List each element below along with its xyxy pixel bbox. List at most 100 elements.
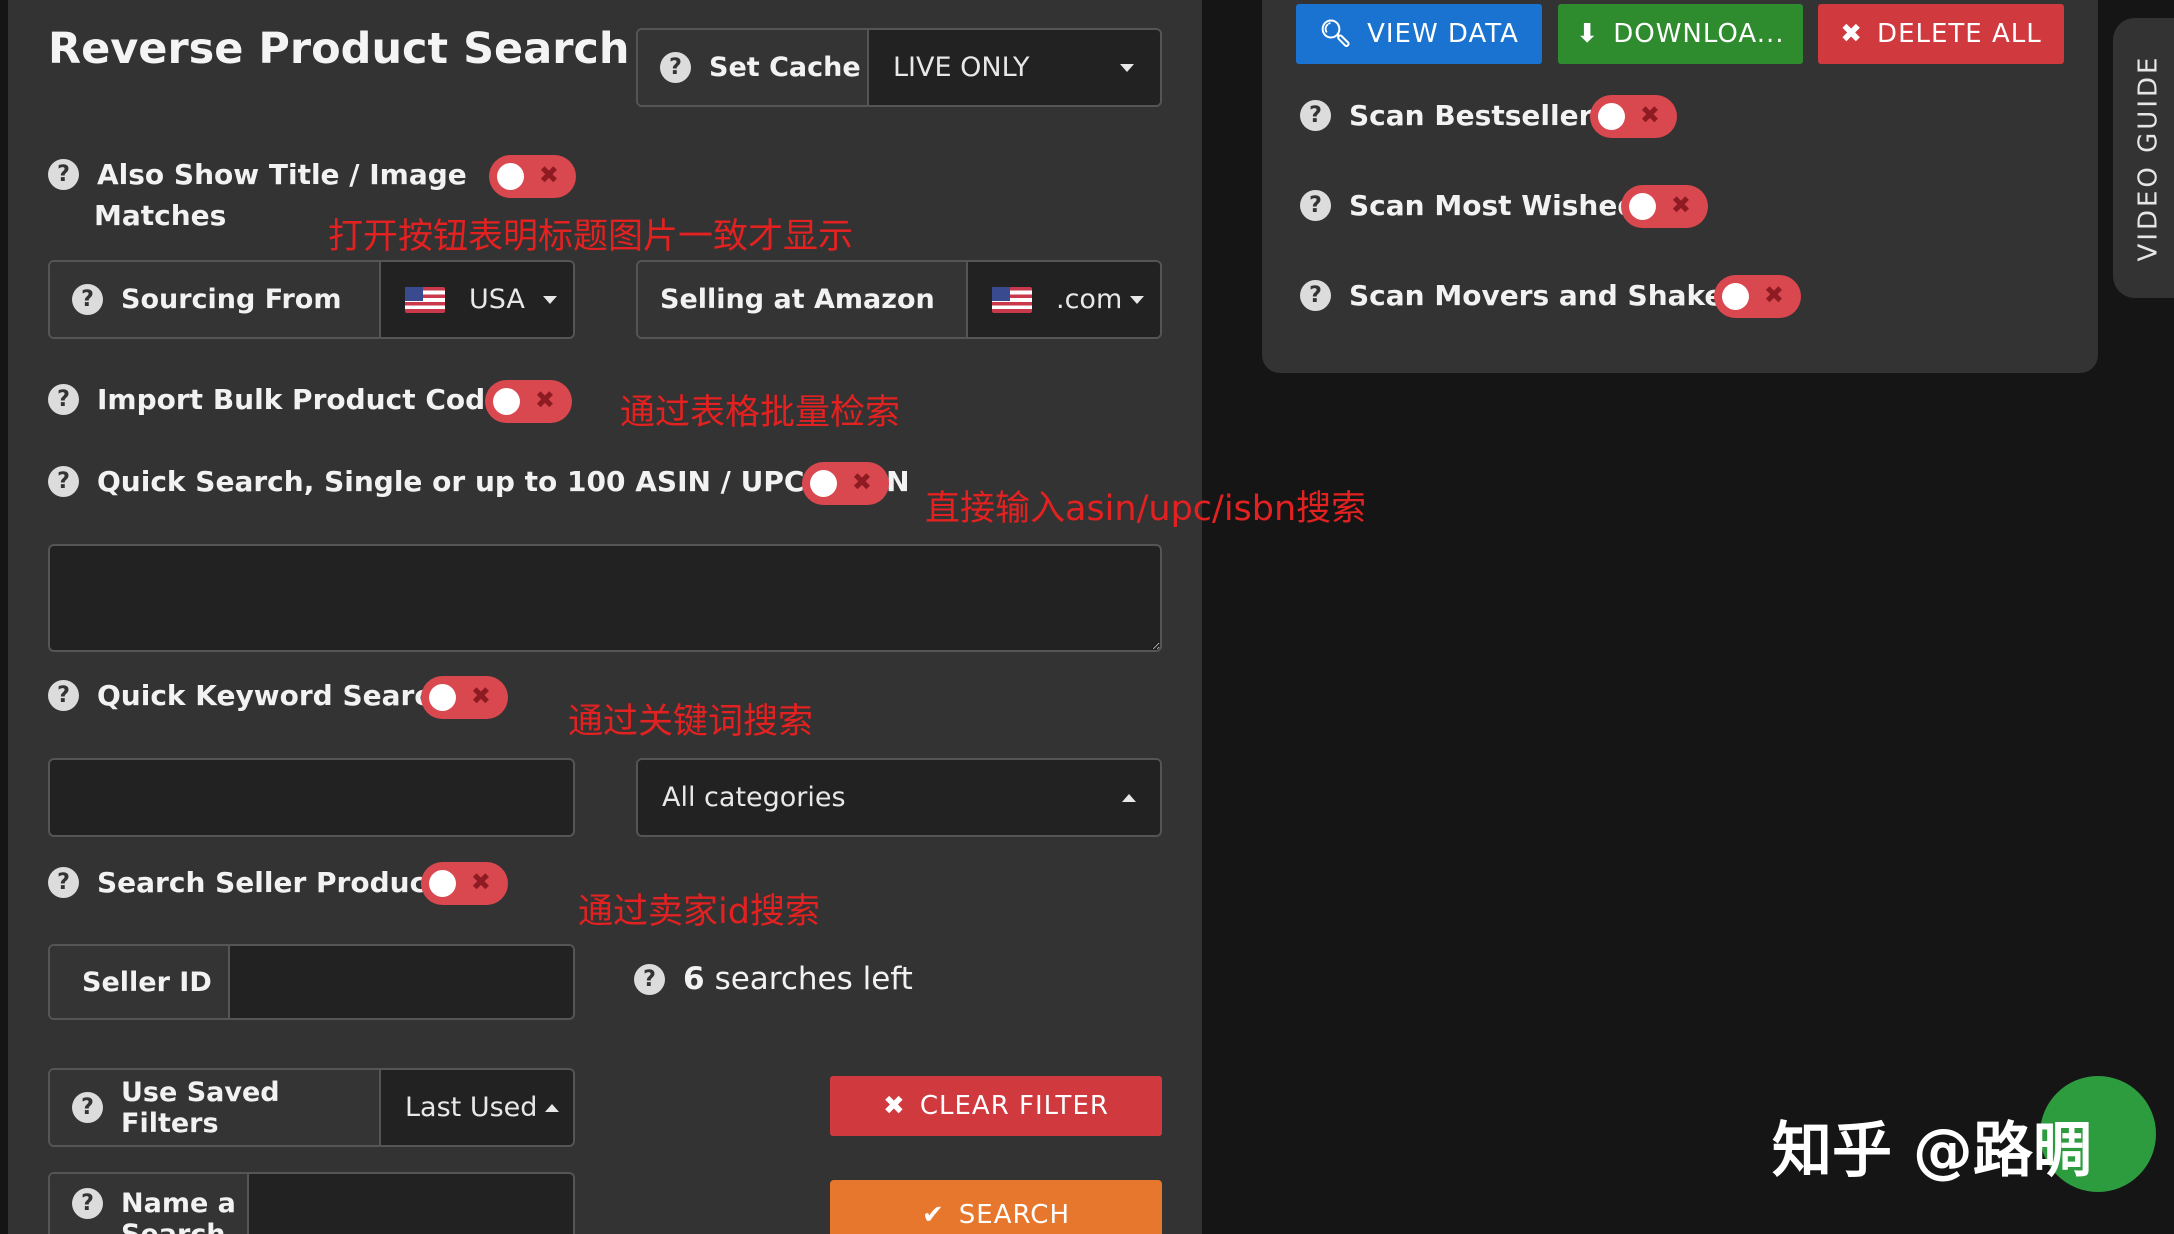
seller-id-input[interactable] (228, 946, 573, 1018)
sourcing-from-value: USA (469, 284, 525, 315)
searches-left-count: 6 (683, 961, 705, 997)
scan-movers-toggle[interactable]: ✖ (1714, 275, 1801, 318)
scan-most-wished-label: Scan Most Wished (1349, 189, 1638, 222)
toggle-knob (493, 388, 520, 415)
seller-id-group: Seller ID (48, 944, 575, 1020)
search-seller-toggle[interactable]: ✖ (421, 862, 508, 905)
scan-movers-label: Scan Movers and Shakers (1349, 279, 1754, 312)
saved-filter-value: Last Used (405, 1092, 538, 1123)
x-icon: ✖ (1639, 101, 1660, 129)
toggle-knob (1629, 193, 1656, 220)
toggle-knob (1722, 283, 1749, 310)
help-icon[interactable]: ? (72, 1092, 103, 1123)
search-seller-label: Search Seller Products (97, 866, 457, 899)
x-icon: ✖ (1670, 191, 1691, 219)
x-icon: ✖ (1840, 19, 1864, 49)
help-icon[interactable]: ? (1300, 280, 1331, 311)
saved-filter-select[interactable]: Last Used (379, 1070, 573, 1145)
saved-filters-group: ? Use Saved Filters Last Used (48, 1068, 575, 1147)
also-show-title-toggle[interactable]: ✖ (489, 155, 576, 198)
search-icon: 🔍︎ (1319, 19, 1354, 49)
quick-search-textarea[interactable] (48, 544, 1162, 652)
x-icon: ✖ (883, 1091, 906, 1121)
help-icon[interactable]: ? (1300, 100, 1331, 131)
saved-filters-label-wrap: ? Use Saved Filters (50, 1070, 379, 1145)
scan-bestsellers-toggle[interactable]: ✖ (1590, 95, 1677, 138)
delete-all-button[interactable]: ✖ DELETE ALL (1818, 4, 2064, 64)
toggle-knob (497, 163, 524, 190)
selling-at-select[interactable]: .com (966, 262, 1160, 337)
quick-keyword-row: ? Quick Keyword Search (48, 679, 451, 712)
toggle-knob (429, 684, 456, 711)
delete-all-label: DELETE ALL (1877, 19, 2042, 49)
help-icon[interactable]: ? (1300, 190, 1331, 221)
chevron-up-icon (545, 1103, 560, 1112)
view-data-button[interactable]: 🔍︎ VIEW DATA (1296, 4, 1542, 64)
x-icon: ✖ (538, 161, 559, 189)
download-button[interactable]: ⬇ DOWNLOA... (1558, 4, 1803, 64)
scan-movers-row: ? Scan Movers and Shakers (1300, 279, 1754, 312)
help-icon[interactable]: ? (660, 52, 691, 83)
scan-most-wished-row: ? Scan Most Wished (1300, 189, 1637, 222)
import-bulk-toggle[interactable]: ✖ (485, 380, 572, 423)
sourcing-from-select[interactable]: USA (379, 262, 573, 337)
cache-select-value: LIVE ONLY (893, 52, 1030, 83)
scan-bestsellers-label: Scan Bestsellers (1349, 99, 1610, 132)
help-icon[interactable]: ? (48, 384, 79, 415)
search-seller-row: ? Search Seller Products (48, 866, 456, 899)
import-bulk-row: ? Import Bulk Product Codes (48, 383, 521, 416)
name-search-label: Name a Search (121, 1188, 236, 1234)
chevron-down-icon (1130, 295, 1145, 304)
search-button-label: SEARCH (958, 1200, 1070, 1230)
help-icon[interactable]: ? (72, 284, 103, 315)
name-search-input[interactable] (247, 1174, 573, 1234)
chevron-down-icon (1120, 63, 1134, 72)
name-search-group: ? Name a Search (48, 1172, 575, 1234)
category-select[interactable]: All categories (636, 758, 1162, 837)
help-icon[interactable]: ? (48, 867, 79, 898)
annotation-bulk: 通过表格批量检索 (620, 393, 901, 433)
x-icon: ✖ (1763, 281, 1784, 309)
scan-most-wished-toggle[interactable]: ✖ (1621, 185, 1708, 228)
clear-filter-label: CLEAR FILTER (919, 1091, 1109, 1121)
scan-bestsellers-row: ? Scan Bestsellers (1300, 99, 1609, 132)
search-button[interactable]: ✔ SEARCH (830, 1180, 1162, 1234)
help-icon[interactable]: ? (48, 159, 79, 190)
toggle-knob (810, 470, 837, 497)
help-icon[interactable]: ? (72, 1188, 103, 1219)
help-icon[interactable]: ? (48, 680, 79, 711)
clear-filter-button[interactable]: ✖ CLEAR FILTER (830, 1076, 1162, 1136)
cache-select[interactable]: LIVE ONLY (867, 30, 1160, 105)
annotation-title-image: 打开按钮表明标题图片一致才显示 (328, 217, 854, 257)
quick-search-toggle[interactable]: ✖ (802, 462, 889, 505)
check-icon: ✔ (922, 1200, 945, 1230)
quick-search-label: Quick Search, Single or up to 100 ASIN /… (97, 465, 910, 498)
set-cache-group: ? Set Cache LIVE ONLY (636, 28, 1162, 107)
searches-left: ? 6 searches left (634, 961, 913, 997)
toggle-knob (1598, 103, 1625, 130)
x-icon: ✖ (470, 868, 491, 896)
video-guide-tab[interactable]: VIDEO GUIDE (2113, 18, 2174, 298)
keyword-input[interactable] (48, 758, 575, 837)
also-show-title-label-2: Matches (94, 199, 227, 232)
watermark: 知乎 @路晭 (1772, 1116, 2093, 1186)
quick-keyword-toggle[interactable]: ✖ (421, 676, 508, 719)
view-data-label: VIEW DATA (1367, 19, 1519, 49)
arrow-down-icon: ⬇ (1576, 19, 1600, 49)
category-select-value: All categories (662, 782, 846, 813)
searches-left-text: searches left (714, 961, 913, 997)
selling-at-value: .com (1056, 284, 1123, 315)
set-cache-label: Set Cache (709, 52, 861, 83)
also-show-title-row: ? Also Show Title / Image (48, 158, 467, 191)
chevron-down-icon (542, 295, 557, 304)
quick-search-row: ? Quick Search, Single or up to 100 ASIN… (48, 465, 910, 498)
chevron-up-icon (1122, 793, 1136, 802)
video-guide-label: VIDEO GUIDE (2133, 54, 2163, 262)
selling-at-label: Selling at Amazon (638, 262, 966, 337)
set-cache-label-wrap: ? Set Cache (638, 30, 867, 105)
toggle-knob (429, 870, 456, 897)
selling-at-group: Selling at Amazon .com (636, 260, 1162, 339)
help-icon[interactable]: ? (634, 963, 665, 995)
annotation-keyword: 通过关键词搜索 (568, 702, 814, 742)
help-icon[interactable]: ? (48, 466, 79, 497)
